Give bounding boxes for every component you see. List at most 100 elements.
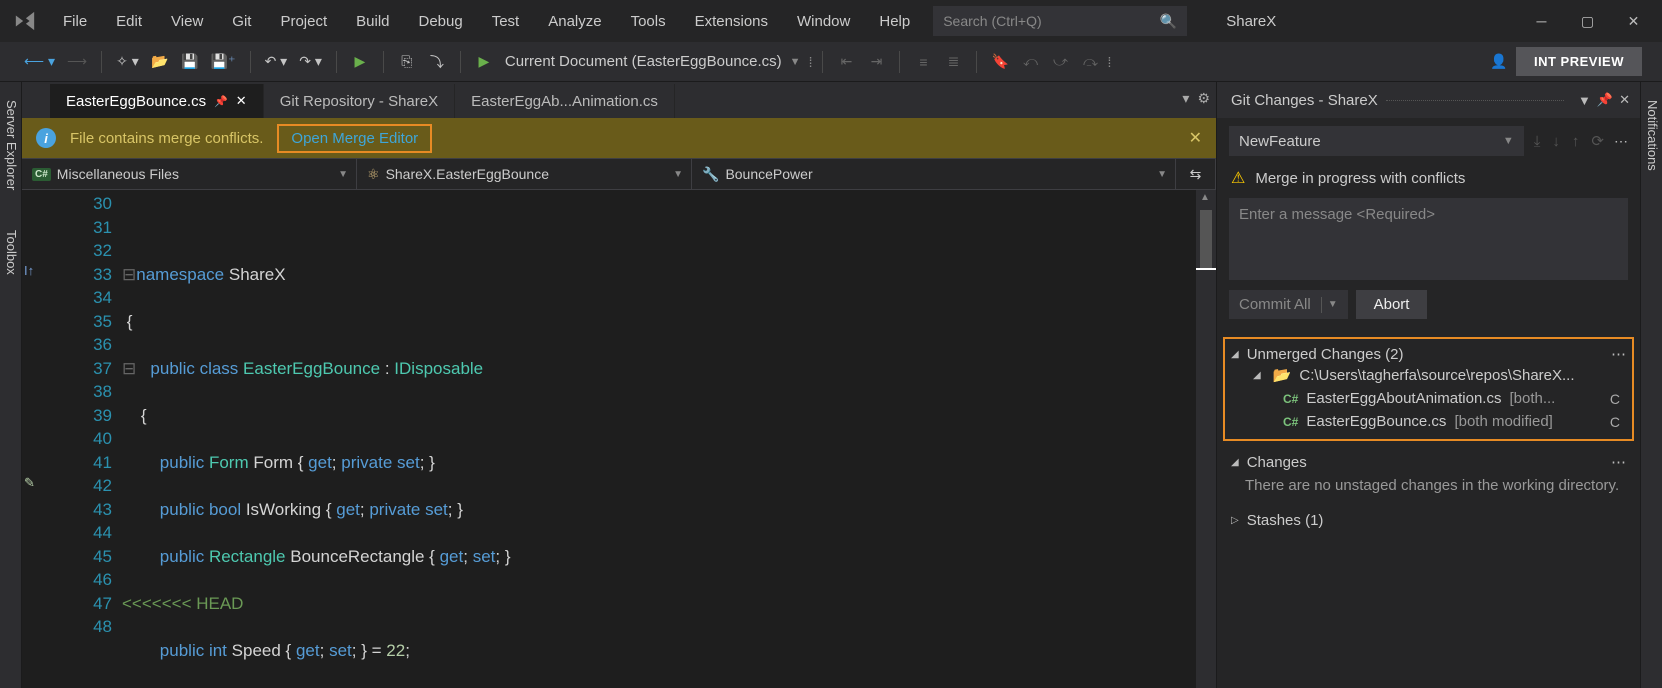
more-icon[interactable]: ⋯ <box>1611 453 1626 471</box>
save-button[interactable]: 💾 <box>177 49 203 75</box>
code-editor[interactable]: I↑ ✎ 30313233343536373839404142434445464… <box>22 190 1216 688</box>
indent-icon[interactable]: ⇥ <box>863 49 889 75</box>
toolbox-tab[interactable]: Toolbox <box>0 220 21 285</box>
window-close-button[interactable]: ✕ <box>1611 0 1656 42</box>
open-file-button[interactable]: 📂 <box>147 49 173 75</box>
close-icon[interactable]: ✕ <box>236 93 247 109</box>
scrollbar-thumb[interactable] <box>1200 210 1212 268</box>
menu-view[interactable]: View <box>157 9 217 34</box>
folder-path: C:\Users\tagherfa\source\repos\ShareX... <box>1299 367 1574 384</box>
chevron-down-icon: ▼ <box>338 169 348 180</box>
stashes-section: ▷ Stashes (1) <box>1217 506 1640 535</box>
conflict-file-1[interactable]: C# EasterEggAboutAnimation.cs [both... C <box>1231 387 1626 410</box>
new-item-button[interactable]: ✧ ▾ <box>112 49 143 75</box>
run-target-dropdown[interactable]: ▼ <box>786 56 805 68</box>
run-button[interactable]: ▶ <box>471 49 497 75</box>
search-box[interactable]: Search (Ctrl+Q) 🔍 <box>933 6 1187 36</box>
close-icon[interactable]: ✕ <box>1619 92 1630 108</box>
changes-empty-message: There are no unstaged changes in the wor… <box>1231 471 1626 500</box>
pin-icon[interactable]: 📌 <box>1597 92 1613 108</box>
nav-scope-selector[interactable]: C# Miscellaneous Files ▼ <box>22 159 357 189</box>
status-letter: C <box>1610 391 1626 407</box>
bookmark-next-icon[interactable]: ⤻ <box>1047 49 1073 75</box>
menu-git[interactable]: Git <box>218 9 265 34</box>
branch-row: NewFeature ▼ ⤓ ↓ ↑ ⟳ ⋯ <box>1217 118 1640 164</box>
tab-eastereggbounce[interactable]: EasterEggBounce.cs 📌 ✕ <box>50 84 264 118</box>
menu-test[interactable]: Test <box>478 9 534 34</box>
changes-header[interactable]: ◢ Changes ⋯ <box>1231 453 1626 471</box>
tab-easteregganimation[interactable]: EasterEggAb...Animation.cs <box>455 84 675 118</box>
unmerged-changes-header[interactable]: ◢ Unmerged Changes (2) ⋯ <box>1231 345 1626 363</box>
sync-icon[interactable]: ⟳ <box>1589 132 1606 150</box>
step-icon[interactable]: ⎘ <box>394 49 420 75</box>
menu-file[interactable]: File <box>49 9 101 34</box>
solution-name: ShareX <box>1196 13 1306 30</box>
nav-back-button[interactable]: ⟵ ▾ <box>20 49 59 75</box>
nav-type-selector[interactable]: ⚛ ShareX.EasterEggBounce ▼ <box>357 159 692 189</box>
menu-build[interactable]: Build <box>342 9 403 34</box>
toolbar-overflow-icon[interactable]: ⁞ <box>809 54 813 70</box>
nav-type-label: ShareX.EasterEggBounce <box>386 166 549 182</box>
nav-split-button[interactable]: ⇆ <box>1176 159 1216 189</box>
undo-button[interactable]: ↶ ▾ <box>261 49 292 75</box>
push-icon[interactable]: ↑ <box>1570 133 1582 150</box>
step-over-icon[interactable]: ⤵ <box>424 49 450 75</box>
dropdown-icon[interactable]: ▼ <box>1578 93 1591 108</box>
run-target-label[interactable]: Current Document (EasterEggBounce.cs) <box>501 53 782 70</box>
tabs-settings-icon[interactable]: ⚙ <box>1197 90 1210 107</box>
bookmark-prev-icon[interactable]: ⤺ <box>1017 49 1043 75</box>
commit-all-button[interactable]: Commit All ▼ <box>1229 290 1348 319</box>
start-debug-button[interactable]: ▶ <box>347 49 373 75</box>
window-minimize-button[interactable]: ─ <box>1519 0 1564 42</box>
menu-project[interactable]: Project <box>266 9 341 34</box>
int-preview-button[interactable]: INT PREVIEW <box>1516 47 1642 76</box>
folder-icon: 📂 <box>1273 366 1292 384</box>
branch-name: NewFeature <box>1239 133 1321 150</box>
branch-selector[interactable]: NewFeature ▼ <box>1229 126 1524 156</box>
bookmark-clear-icon[interactable]: ⤼ <box>1077 49 1103 75</box>
line-numbers: 30313233343536373839404142434445464748 <box>72 190 122 688</box>
abort-button[interactable]: Abort <box>1356 290 1428 319</box>
main-toolbar: ⟵ ▾ ⟶ ✧ ▾ 📂 💾 💾⁺ ↶ ▾ ↷ ▾ ▶ ⎘ ⤵ ▶ Current… <box>0 42 1662 82</box>
align-right-icon[interactable]: ≣ <box>940 49 966 75</box>
align-left-icon[interactable]: ≡ <box>910 49 936 75</box>
menu-extensions[interactable]: Extensions <box>681 9 782 34</box>
commit-message-input[interactable]: Enter a message <Required> <box>1229 198 1628 280</box>
more-icon[interactable]: ⋯ <box>1614 133 1628 150</box>
menu-analyze[interactable]: Analyze <box>534 9 615 34</box>
nav-member-selector[interactable]: 🔧 BouncePower ▼ <box>692 159 1176 189</box>
notifications-tab[interactable]: Notifications <box>1641 90 1662 181</box>
stashes-header[interactable]: ▷ Stashes (1) <box>1231 512 1626 529</box>
save-all-button[interactable]: 💾⁺ <box>207 49 240 75</box>
open-merge-editor-link[interactable]: Open Merge Editor <box>277 124 432 153</box>
code-content[interactable]: ⊟namespace ShareX { ⊟ public class Easte… <box>122 190 1196 688</box>
menu-help[interactable]: Help <box>865 9 924 34</box>
fetch-icon[interactable]: ⤓ <box>1532 133 1543 150</box>
bookmark-icon[interactable]: 🔖 <box>987 49 1013 75</box>
chevron-down-icon[interactable]: ▼ <box>1328 299 1338 310</box>
tabs-dropdown-icon[interactable]: ▾ <box>1182 90 1189 107</box>
info-icon: i <box>36 128 56 148</box>
nav-forward-button[interactable]: ⟶ <box>63 49 91 75</box>
pin-icon[interactable]: 📌 <box>214 95 228 108</box>
outdent-icon[interactable]: ⇤ <box>833 49 859 75</box>
tab-git-repository[interactable]: Git Repository - ShareX <box>264 84 455 118</box>
window-maximize-button[interactable]: ▢ <box>1565 0 1610 42</box>
csharp-file-icon: C# <box>1283 415 1298 429</box>
server-explorer-tab[interactable]: Server Explorer <box>0 90 21 200</box>
scroll-up-icon[interactable]: ▲ <box>1200 192 1210 203</box>
codelens-icon[interactable]: I↑ <box>24 263 34 278</box>
pull-icon[interactable]: ↓ <box>1550 133 1562 150</box>
account-icon[interactable]: 👤 <box>1486 49 1512 75</box>
infobar-close-button[interactable]: ✕ <box>1189 128 1202 148</box>
menu-edit[interactable]: Edit <box>102 9 156 34</box>
vertical-scrollbar[interactable]: ▲ <box>1196 190 1216 688</box>
menu-window[interactable]: Window <box>783 9 864 34</box>
menu-debug[interactable]: Debug <box>405 9 477 34</box>
menu-tools[interactable]: Tools <box>617 9 680 34</box>
toolbar-overflow2-icon[interactable]: ⁞ <box>1107 54 1111 70</box>
more-icon[interactable]: ⋯ <box>1611 345 1626 363</box>
folder-node[interactable]: ◢ 📂 C:\Users\tagherfa\source\repos\Share… <box>1231 363 1626 387</box>
conflict-file-2[interactable]: C# EasterEggBounce.cs [both modified] C <box>1231 410 1626 433</box>
redo-button[interactable]: ↷ ▾ <box>295 49 326 75</box>
